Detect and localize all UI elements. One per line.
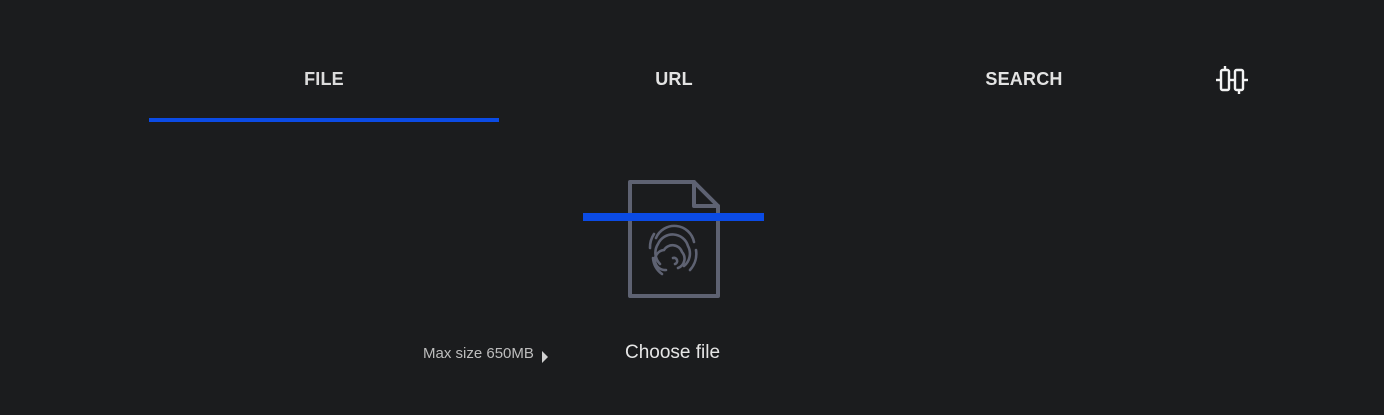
tab-search[interactable]: SEARCH	[849, 0, 1199, 125]
max-size-label: Max size 650MB	[423, 345, 534, 362]
caret-right-icon[interactable]	[541, 351, 548, 363]
max-size-info: Max size 650MB	[423, 345, 548, 363]
compare-icon	[1216, 66, 1248, 94]
tab-file[interactable]: FILE	[149, 0, 499, 125]
tab-file-label: FILE	[304, 69, 344, 89]
tab-search-label: SEARCH	[985, 69, 1063, 89]
fingerprint-file-icon[interactable]	[626, 178, 722, 302]
compare-button[interactable]	[1211, 62, 1253, 98]
tab-url-label: URL	[655, 69, 693, 89]
scan-line	[583, 213, 764, 221]
tab-bar: FILE URL SEARCH	[149, 0, 1199, 125]
active-tab-indicator	[149, 118, 499, 122]
choose-file-button[interactable]: Choose file	[625, 342, 720, 364]
tab-url[interactable]: URL	[499, 0, 849, 125]
